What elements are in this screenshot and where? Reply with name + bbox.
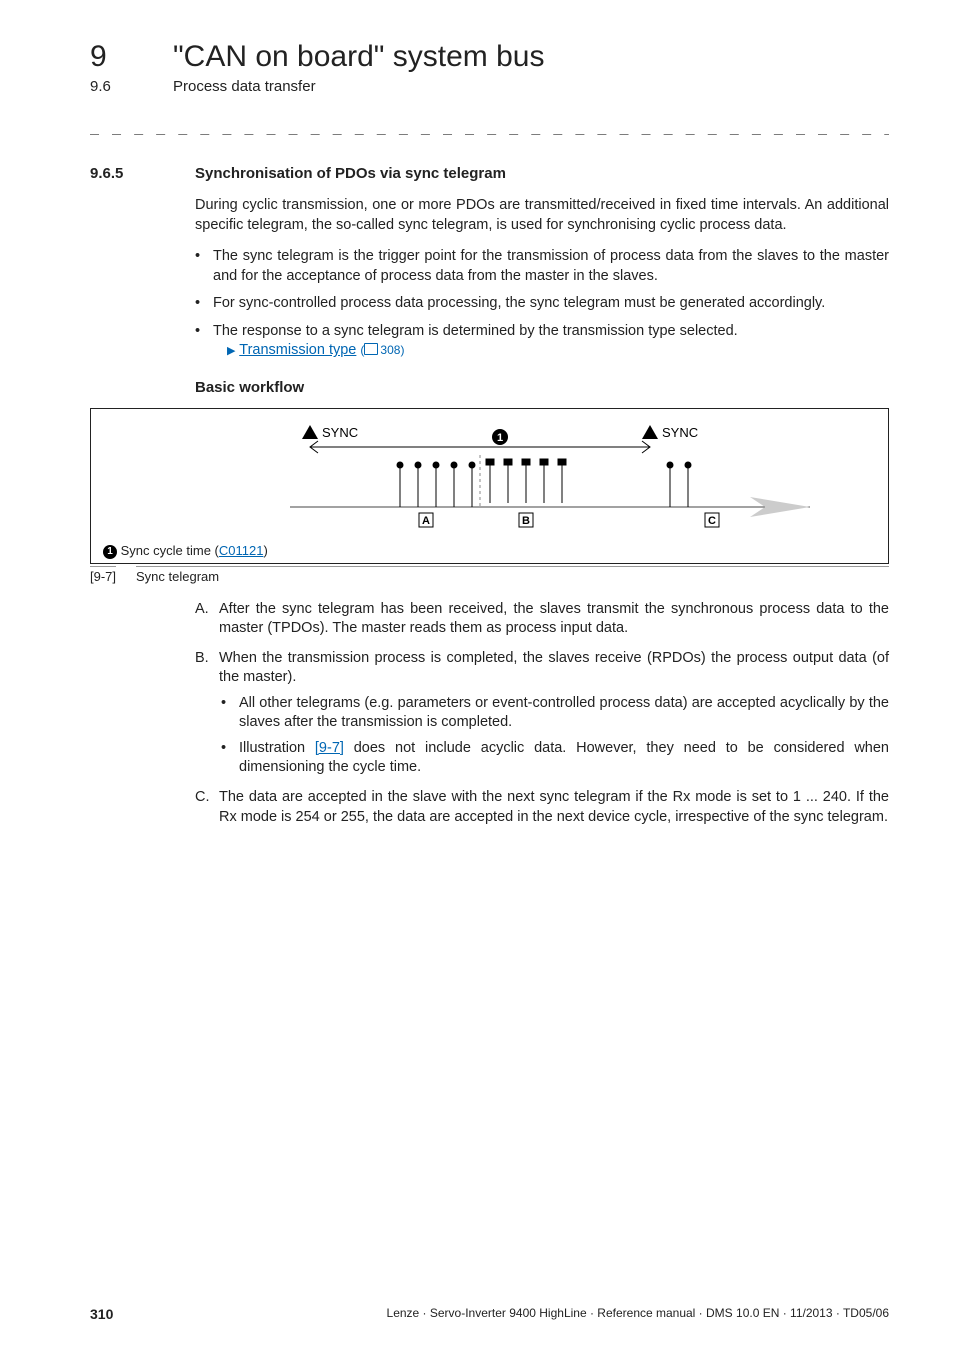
letter-b: B. [195, 649, 209, 669]
workflow-item-c: C. The data are accepted in the slave wi… [219, 788, 889, 827]
c01121-link[interactable]: C01121 [219, 543, 264, 558]
xref-page-ref: (308) [360, 343, 404, 357]
intro-bullet-list: The sync telegram is the trigger point f… [195, 247, 889, 361]
workflow-item-a: A. After the sync telegram has been rece… [219, 600, 889, 639]
xref-arrow-icon: ▶ [227, 345, 235, 357]
figure-marker-1: 1 [496, 432, 502, 444]
letter-c: C. [195, 788, 210, 808]
intro-paragraph: During cyclic transmission, one or more … [195, 196, 889, 235]
transmission-type-link[interactable]: Transmission type [239, 342, 356, 358]
workflow-b-sub1: All other telegrams (e.g. parameters or … [239, 694, 889, 733]
bullet-3-text: The response to a sync telegram is deter… [213, 323, 738, 339]
figure-footer-post: ) [263, 543, 267, 558]
figure-footer: 1 Sync cycle time (C01121) [103, 543, 876, 559]
footer-imprint: Lenze · Servo-Inverter 9400 HighLine · R… [387, 1306, 889, 1322]
workflow-c-text: The data are accepted in the slave with … [219, 789, 889, 825]
dashed-separator: _ _ _ _ _ _ _ _ _ _ _ _ _ _ _ _ _ _ _ _ … [90, 117, 889, 135]
figure-footer-marker: 1 [103, 545, 117, 559]
section-title: Process data transfer [173, 78, 316, 95]
bullet-1: The sync telegram is the trigger point f… [213, 247, 889, 286]
bullet-3: The response to a sync telegram is deter… [213, 322, 889, 361]
figure-label-a: A [422, 515, 430, 527]
xref-page-number: 308 [380, 343, 400, 357]
workflow-item-b: B. When the transmission process is comp… [219, 649, 889, 778]
sync-telegram-diagram: SYNC 1 SYNC [110, 417, 870, 537]
letter-a: A. [195, 600, 209, 620]
figure-label-c: C [708, 515, 716, 527]
workflow-list: A. After the sync telegram has been rece… [195, 600, 889, 828]
chapter-title: "CAN on board" system bus [173, 40, 544, 74]
section-number: 9.6 [90, 78, 128, 95]
workflow-b-sub2: Illustration [9-7] does not include acyc… [239, 739, 889, 778]
subsection-title: Synchronisation of PDOs via sync telegra… [195, 165, 506, 182]
sync-label-left: SYNC [322, 425, 358, 440]
sync-label-right: SYNC [662, 425, 698, 440]
subsection-number: 9.6.5 [90, 165, 140, 182]
figure-frame: SYNC 1 SYNC [90, 408, 889, 564]
bullet-2: For sync-controlled process data process… [213, 294, 889, 314]
figure-caption-text: Sync telegram [136, 566, 889, 584]
fig-9-7-link[interactable]: [9-7] [315, 740, 344, 756]
figure-label-b: B [522, 515, 530, 527]
basic-workflow-heading: Basic workflow [195, 379, 889, 396]
book-icon [364, 343, 378, 355]
chapter-number: 9 [90, 40, 128, 74]
workflow-b-sublist: All other telegrams (e.g. parameters or … [219, 694, 889, 778]
workflow-a-text: After the sync telegram has been receive… [219, 601, 889, 637]
workflow-b-sub2-pre: Illustration [239, 740, 315, 756]
page-number: 310 [90, 1306, 113, 1322]
workflow-b-text: When the transmission process is complet… [219, 650, 889, 686]
figure-caption-number: [9-7] [90, 566, 116, 584]
figure-footer-pre: Sync cycle time ( [121, 543, 219, 558]
